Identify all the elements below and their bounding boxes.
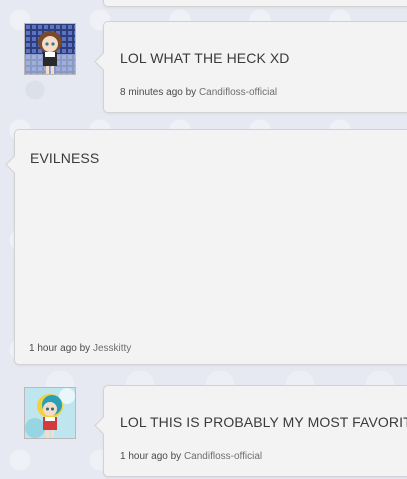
speech-bubble-pointer — [5, 155, 24, 174]
speech-bubble-pointer — [94, 52, 113, 71]
user-avatar-anime-girl-icon[interactable] — [24, 387, 76, 439]
comment-card: LOL WHAT THE HECK XD 8 minutes ago by Ca… — [94, 21, 407, 113]
comment-meta: 1 hour ago by Candifloss-official — [120, 451, 262, 462]
comment-card: LOL THIS IS PROBABLY MY MOST FAVORIT 1 h… — [94, 385, 407, 477]
author-link[interactable]: Candifloss-official — [199, 87, 277, 98]
comment-time: 8 minutes ago — [120, 87, 183, 98]
comment-by: by — [79, 343, 91, 354]
comment-card: EVILNESS 1 hour ago by Jesskitty — [5, 129, 407, 365]
comment-text: LOL THIS IS PROBABLY MY MOST FAVORIT — [120, 414, 407, 430]
speech-bubble-pointer — [94, 416, 113, 435]
user-avatar-anime-girl-icon[interactable] — [24, 23, 76, 75]
comment-time: 1 hour ago — [29, 343, 77, 354]
comment-by: by — [170, 451, 182, 462]
author-link[interactable]: Candifloss-official — [184, 451, 262, 462]
comment-by: by — [185, 87, 197, 98]
comment-text: EVILNESS — [30, 150, 100, 166]
author-link[interactable]: Jesskitty — [93, 343, 131, 354]
comment-meta: 8 minutes ago by Candifloss-official — [120, 87, 277, 98]
comment-meta: 1 hour ago by Jesskitty — [29, 343, 131, 354]
comment-time: 1 hour ago — [120, 451, 168, 462]
comment-text: LOL WHAT THE HECK XD — [120, 50, 290, 66]
previous-comment-card — [103, 0, 407, 7]
